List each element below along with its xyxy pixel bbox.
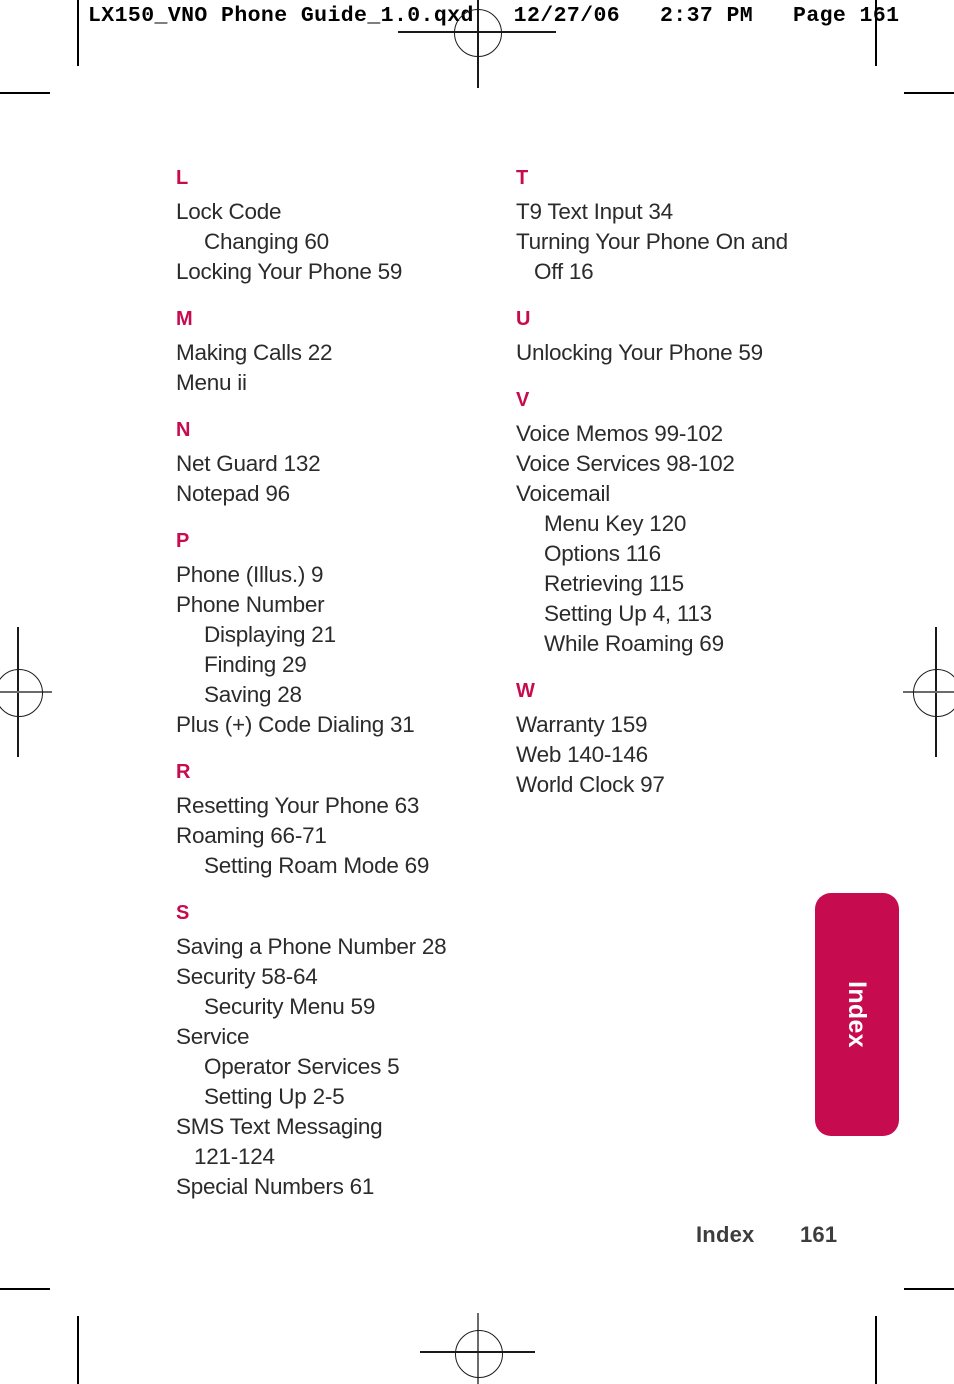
index-letter-group: M Making Calls 22 Menu ii bbox=[176, 309, 476, 398]
thumb-tab-label: Index bbox=[843, 981, 871, 1048]
index-subentry: Finding 29 bbox=[204, 652, 307, 677]
index-subentry: Setting Up 4, 113 bbox=[544, 601, 712, 626]
index-letter-group: S Saving a Phone Number 28 Security 58-64 S… bbox=[176, 903, 476, 1202]
index-page: L Lock Code Changing 60 Locking Your Phone … bbox=[0, 0, 954, 1384]
index-letter-heading: V bbox=[516, 389, 530, 411]
index-subentry: While Roaming 69 bbox=[544, 631, 724, 656]
index-letter-group: V Voice Memos 99-102 Voice Services 98-102… bbox=[516, 390, 816, 659]
index-entry: Lock Code bbox=[176, 199, 282, 224]
index-entry: Voice Services 98-102 bbox=[516, 451, 735, 476]
index-entry: Menu ii bbox=[176, 370, 247, 395]
index-letter-heading: S bbox=[176, 902, 190, 924]
index-entry: Resetting Your Phone 63 bbox=[176, 793, 420, 818]
index-column-left: L Lock Code Changing 60 Locking Your Phone … bbox=[176, 168, 476, 1202]
index-entry: Plus (+) Code Dialing 31 bbox=[176, 712, 415, 737]
index-entry: Saving a Phone Number 28 bbox=[176, 934, 447, 959]
index-entry: Roaming 66-71 bbox=[176, 823, 327, 848]
index-entry: Voicemail bbox=[516, 481, 611, 506]
index-subentry: Options 116 bbox=[544, 541, 661, 566]
index-subentry: Security Menu 59 bbox=[204, 994, 376, 1019]
index-entry: Making Calls 22 bbox=[176, 340, 333, 365]
index-entry: Warranty 159 bbox=[516, 712, 648, 737]
index-entry: Web 140-146 bbox=[516, 742, 648, 767]
index-letter-group: W Warranty 159 Web 140-146 World Clock 97 bbox=[516, 681, 816, 800]
footer-page-number: 161 bbox=[800, 1222, 838, 1247]
footer-section-label: Index bbox=[696, 1222, 755, 1247]
index-letter-heading: M bbox=[176, 308, 193, 330]
index-entry: Security 58-64 bbox=[176, 964, 318, 989]
thumb-tab-index: Index bbox=[815, 893, 899, 1136]
index-entry: Unlocking Your Phone 59 bbox=[516, 340, 763, 365]
index-letter-group: P Phone (Illus.) 9 Phone Number Displaying … bbox=[176, 531, 476, 740]
index-subentry: Displaying 21 bbox=[204, 622, 336, 647]
index-entry: Voice Memos 99-102 bbox=[516, 421, 723, 446]
index-letter-group: R Resetting Your Phone 63 Roaming 66-71 Set… bbox=[176, 762, 476, 881]
index-subentry: Retrieving 115 bbox=[544, 571, 684, 596]
index-subentry: Changing 60 bbox=[204, 229, 329, 254]
index-letter-heading: P bbox=[176, 530, 190, 552]
index-letter-group: L Lock Code Changing 60 Locking Your Phone … bbox=[176, 168, 476, 287]
index-subentry: Operator Services 5 bbox=[204, 1054, 400, 1079]
index-subentry: Saving 28 bbox=[204, 682, 302, 707]
index-entry: Notepad 96 bbox=[176, 481, 290, 506]
index-letter-group: U Unlocking Your Phone 59 bbox=[516, 309, 816, 368]
index-letter-group: T T9 Text Input 34 Turning Your Phone On a… bbox=[516, 168, 816, 287]
index-letter-heading: T bbox=[516, 167, 529, 189]
index-letter-heading: W bbox=[516, 680, 536, 702]
index-entry: Turning Your Phone On and Off 16 bbox=[516, 229, 788, 284]
index-letter-heading: N bbox=[176, 419, 191, 441]
index-letter-group: N Net Guard 132 Notepad 96 bbox=[176, 420, 476, 509]
index-entry: Locking Your Phone 59 bbox=[176, 259, 403, 284]
index-entry: SMS Text Messaging 121-124 bbox=[176, 1114, 383, 1169]
index-entry: Phone (Illus.) 9 bbox=[176, 562, 324, 587]
index-subentry: Setting Up 2-5 bbox=[204, 1084, 345, 1109]
index-letter-heading: R bbox=[176, 761, 191, 783]
index-entry: T9 Text Input 34 bbox=[516, 199, 673, 224]
index-column-right: T T9 Text Input 34 Turning Your Phone On a… bbox=[516, 168, 816, 800]
index-entry: Phone Number bbox=[176, 592, 325, 617]
index-entry: Special Numbers 61 bbox=[176, 1174, 375, 1199]
index-letter-heading: U bbox=[516, 308, 531, 330]
index-entry: Net Guard 132 bbox=[176, 451, 321, 476]
index-letter-heading: L bbox=[176, 167, 189, 189]
index-entry: Service bbox=[176, 1024, 250, 1049]
index-subentry: Menu Key 120 bbox=[544, 511, 687, 536]
index-subentry: Setting Roam Mode 69 bbox=[204, 853, 430, 878]
index-entry: World Clock 97 bbox=[516, 772, 665, 797]
